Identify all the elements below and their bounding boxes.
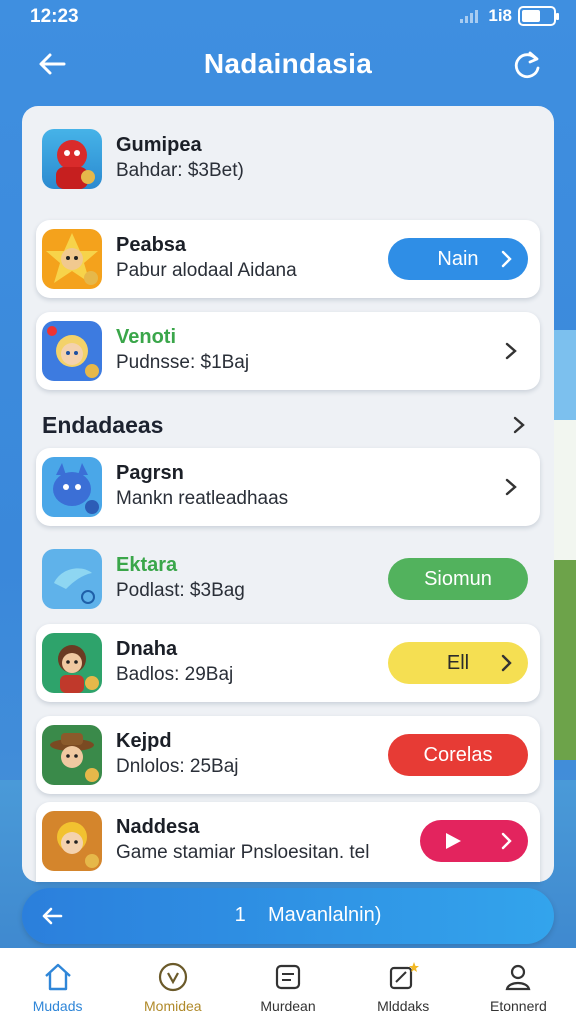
tab-label: Mlddaks (377, 998, 430, 1014)
action-bar-number: 1 (234, 904, 246, 926)
home-icon (44, 963, 71, 991)
section-title: Endadaeas (42, 412, 164, 438)
tab-profile[interactable]: Etonnerd (461, 948, 576, 1024)
games-list-panel: Gumipea Bahdar: $3Bet) Peabsa Pabur alod… (22, 106, 554, 882)
action-button[interactable]: Ell (388, 642, 528, 684)
list-item[interactable]: Gumipea Bahdar: $3Bet) (36, 120, 540, 198)
game-name: Venoti (116, 326, 177, 348)
game-name: Kejpd (116, 730, 172, 752)
battery-icon (518, 6, 559, 26)
game-subtitle: Dnlolos: 25Baj (116, 756, 239, 777)
chevron-right-icon[interactable] (500, 475, 522, 499)
tab-fourth[interactable]: Mlddaks (346, 948, 461, 1024)
game-name: Dnaha (116, 638, 178, 660)
bottom-action-bar[interactable]: 1 Mavanlalnin) (22, 888, 554, 944)
action-button[interactable]: Siomun (388, 558, 528, 600)
game-subtitle: Badlos: 29Baj (116, 664, 234, 685)
game-subtitle: Mankn reatleadhaas (116, 488, 289, 509)
signal-icon (460, 9, 482, 23)
game-subtitle: Podlast: $3Bag (116, 580, 245, 601)
status-time: 12:23 (30, 6, 79, 27)
action-bar-text: Mavanlalnin) (267, 904, 382, 926)
tab-third[interactable]: Murdean (230, 948, 345, 1024)
action-bar-label: 1 Mavanlalnin) (22, 904, 554, 927)
game-avatar-icon (42, 457, 102, 517)
status-bar: 12:23 1i8 (0, 0, 576, 34)
tab-label: Etonnerd (490, 998, 547, 1014)
game-name: Peabsa (116, 234, 187, 256)
list-item[interactable]: Peabsa Pabur alodaal Aidana Nain (36, 220, 540, 298)
button-label: Nain (437, 247, 479, 270)
section-header[interactable]: Endadaeas (42, 410, 542, 440)
play-button[interactable] (420, 820, 528, 862)
game-subtitle: Pabur alodaal Aidana (116, 260, 297, 281)
list-item[interactable]: Ektara Podlast: $3Bag Siomun (36, 540, 540, 618)
game-avatar-icon (42, 129, 102, 189)
chevron-right-icon[interactable] (508, 413, 530, 437)
game-avatar-icon (42, 549, 102, 609)
button-label: Siomun (424, 567, 492, 590)
chevron-right-icon (501, 832, 512, 850)
list-item[interactable]: Dnaha Badlos: 29Baj Ell (36, 624, 540, 702)
game-avatar-icon (42, 321, 102, 381)
tab-label: Murdean (260, 998, 316, 1014)
profile-icon (505, 964, 531, 991)
game-avatar-icon (42, 725, 102, 785)
game-avatar-icon (42, 229, 102, 289)
game-name: Pagrsn (116, 462, 184, 484)
tab-home[interactable]: Mudads (0, 948, 115, 1024)
chevron-right-icon[interactable] (500, 339, 522, 363)
button-label: Ell (446, 651, 470, 674)
list-item[interactable]: Naddesa Game stamiar Pnsloesitan. tel (36, 802, 540, 882)
play-icon (446, 833, 461, 849)
edit-star-icon (390, 962, 420, 990)
bottom-tab-bar: Mudads Momidea Murdean Mlddaks Etonnerd (0, 948, 576, 1024)
smile-icon (158, 962, 187, 992)
game-name: Naddesa (116, 816, 200, 838)
game-avatar-icon (42, 633, 102, 693)
tab-second[interactable]: Momidea (115, 948, 230, 1024)
play-now-button[interactable]: Nain (388, 238, 528, 280)
game-name: Ektara (116, 554, 178, 576)
button-label: Corelas (423, 743, 493, 766)
tab-label: Mudads (32, 998, 83, 1014)
chevron-right-icon (501, 654, 512, 672)
page-title: Nadaindasia (203, 48, 373, 79)
action-button[interactable]: Corelas (388, 734, 528, 776)
game-name: Gumipea (116, 134, 202, 156)
game-subtitle: Pudnsse: $1Baj (116, 352, 250, 373)
refresh-icon[interactable] (510, 48, 544, 82)
list-item[interactable]: Kejpd Dnlolos: 25Baj Corelas (36, 716, 540, 794)
tab-label: Momidea (144, 998, 202, 1014)
game-avatar-icon (42, 811, 102, 871)
chevron-right-icon (501, 250, 512, 268)
notes-icon (275, 964, 301, 990)
game-subtitle: Game stamiar Pnsloesitan. tel (116, 842, 370, 863)
network-label: 1i8 (488, 6, 512, 25)
list-item[interactable]: Pagrsn Mankn reatleadhaas (36, 448, 540, 526)
list-item[interactable]: Venoti Pudnsse: $1Baj (36, 312, 540, 390)
game-subtitle: Bahdar: $3Bet) (116, 160, 244, 181)
app-header: Nadaindasia (0, 34, 576, 96)
